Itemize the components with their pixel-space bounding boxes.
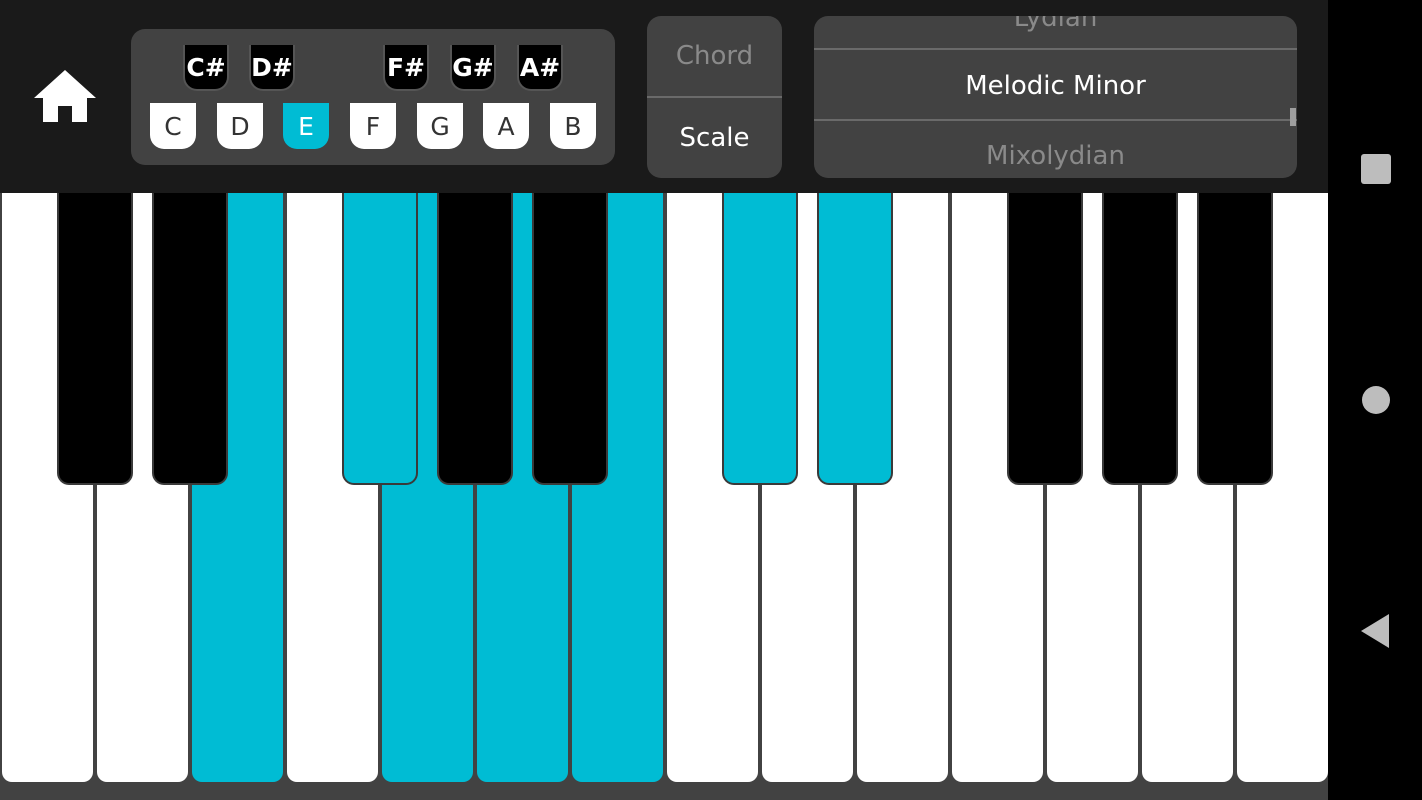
mode-option-scale[interactable]: Scale bbox=[647, 98, 782, 178]
scale-item-mixolydian[interactable]: Mixolydian bbox=[814, 126, 1297, 178]
key-label: B bbox=[564, 111, 582, 141]
scale-item-melodic-minor[interactable]: Melodic Minor bbox=[814, 56, 1297, 116]
key-label: A# bbox=[519, 52, 561, 82]
black-key-a-sharp-4[interactable] bbox=[532, 193, 608, 485]
key-label: E bbox=[298, 111, 314, 141]
key-select-b[interactable]: B bbox=[550, 103, 596, 149]
scale-list[interactable]: Lydian Melodic Minor Mixolydian bbox=[814, 16, 1297, 178]
mode-option-chord[interactable]: Chord bbox=[647, 16, 782, 96]
black-key-g-sharp-3[interactable] bbox=[437, 193, 513, 485]
system-nav-bar bbox=[1328, 0, 1422, 800]
key-label: G bbox=[430, 111, 450, 141]
key-select-c-sharp[interactable]: C# bbox=[183, 45, 229, 91]
black-key-d-sharp-1[interactable] bbox=[152, 193, 228, 485]
black-key-a-sharp-9[interactable] bbox=[1197, 193, 1273, 485]
key-select-g-sharp[interactable]: G# bbox=[450, 45, 496, 91]
key-select-e[interactable]: E bbox=[283, 103, 329, 149]
key-label: F bbox=[365, 111, 381, 141]
key-select-f-sharp[interactable]: F# bbox=[383, 45, 429, 91]
key-label: G# bbox=[452, 52, 494, 82]
key-select-a-sharp[interactable]: A# bbox=[517, 45, 563, 91]
key-select-d-sharp[interactable]: D# bbox=[249, 45, 295, 91]
home-circle-icon bbox=[1362, 386, 1390, 414]
mode-selector[interactable]: Chord Scale bbox=[647, 16, 782, 178]
home-button[interactable] bbox=[30, 66, 100, 128]
black-key-f-sharp-7[interactable] bbox=[1007, 193, 1083, 485]
key-select-c[interactable]: C bbox=[150, 103, 196, 149]
nav-home-button[interactable] bbox=[1361, 385, 1391, 419]
back-button[interactable] bbox=[1361, 614, 1391, 652]
key-selector: C# D# F# G# A# C D E F G A B bbox=[131, 29, 615, 165]
key-label: D bbox=[230, 111, 250, 141]
scale-item-lydian[interactable]: Lydian bbox=[814, 16, 1297, 48]
black-key-c-sharp-5[interactable] bbox=[722, 193, 798, 485]
recents-icon bbox=[1361, 154, 1391, 184]
key-label: A bbox=[497, 111, 515, 141]
key-select-f[interactable]: F bbox=[350, 103, 396, 149]
top-bar: C# D# F# G# A# C D E F G A B Chord Scale… bbox=[0, 0, 1328, 193]
recents-button[interactable] bbox=[1361, 154, 1391, 188]
key-label: C bbox=[164, 111, 182, 141]
scrollbar-thumb[interactable] bbox=[1290, 108, 1296, 126]
key-label: F# bbox=[386, 52, 426, 82]
key-select-g[interactable]: G bbox=[417, 103, 463, 149]
key-select-d[interactable]: D bbox=[217, 103, 263, 149]
piano-keyboard bbox=[0, 193, 1328, 793]
back-icon bbox=[1361, 614, 1389, 648]
black-key-d-sharp-6[interactable] bbox=[817, 193, 893, 485]
scale-divider bbox=[814, 119, 1297, 121]
black-key-f-sharp-2[interactable] bbox=[342, 193, 418, 485]
black-key-c-sharp-0[interactable] bbox=[57, 193, 133, 485]
home-icon bbox=[34, 70, 96, 122]
key-label: C# bbox=[186, 52, 226, 82]
key-label: D# bbox=[251, 52, 293, 82]
key-select-a[interactable]: A bbox=[483, 103, 529, 149]
scale-divider bbox=[814, 48, 1297, 50]
black-key-g-sharp-8[interactable] bbox=[1102, 193, 1178, 485]
